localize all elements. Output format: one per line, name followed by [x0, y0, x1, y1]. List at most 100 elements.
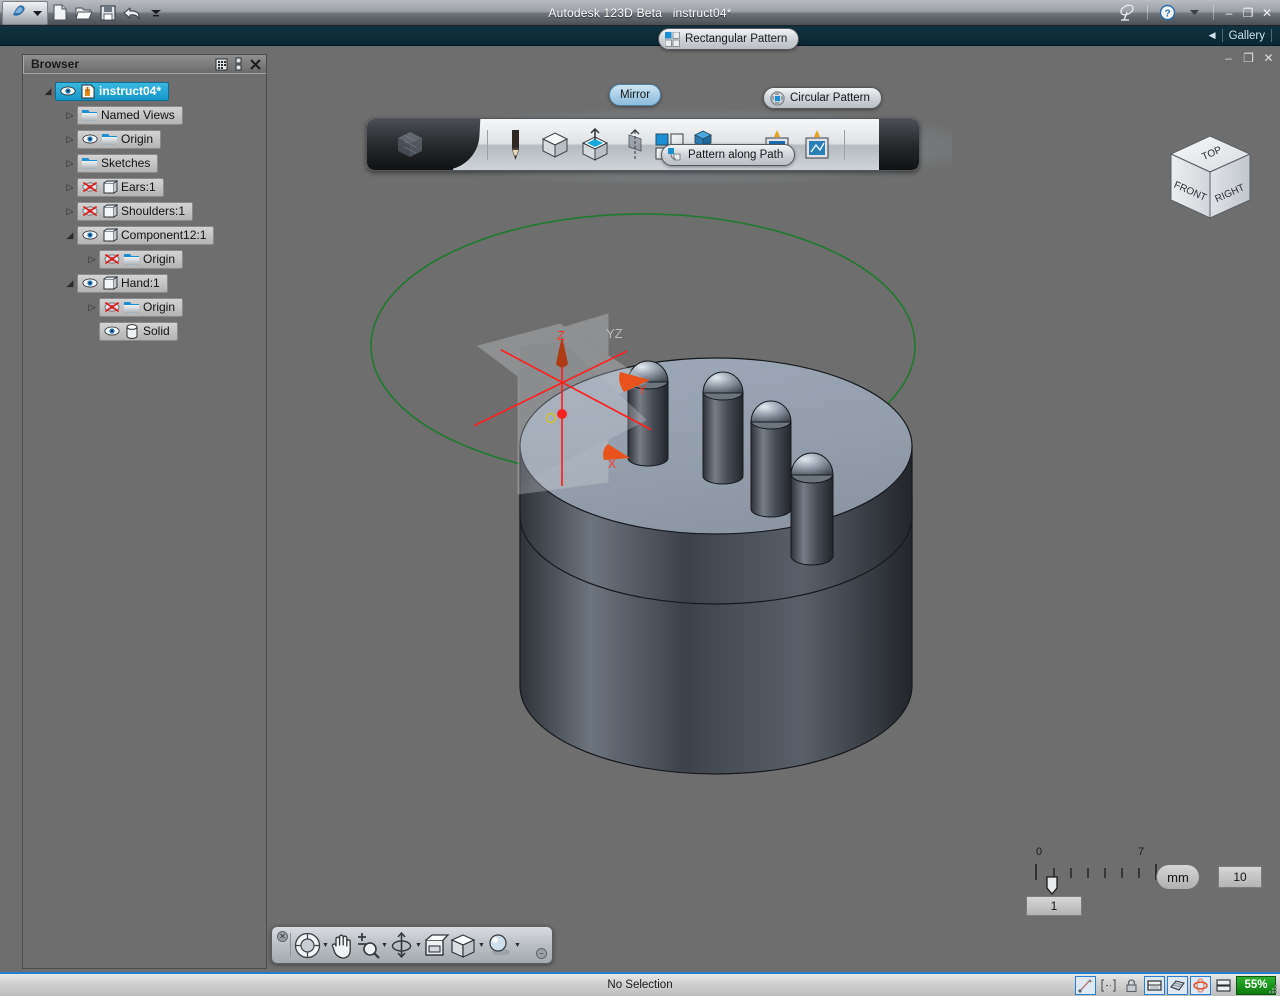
- steering-wheel-dropdown[interactable]: ▼: [321, 942, 330, 949]
- window-minimize-button[interactable]: –: [1221, 4, 1237, 22]
- browser-resize-icon[interactable]: [230, 57, 247, 72]
- view-cube[interactable]: TOP FRONT RIGHT: [1158, 126, 1268, 236]
- tree-node-origin[interactable]: ▷Origin: [23, 247, 266, 271]
- tree-node-chip[interactable]: Ears:1: [77, 178, 164, 197]
- help-icon[interactable]: ?: [1155, 1, 1179, 25]
- resize-grip-icon[interactable]: [1267, 983, 1279, 995]
- eye-hidden-icon[interactable]: [103, 252, 120, 267]
- gallery-label[interactable]: Gallery: [1229, 30, 1265, 42]
- eye-visible-icon[interactable]: [81, 228, 98, 243]
- screen-toggle[interactable]: [1213, 976, 1234, 995]
- gallery-collapse-icon[interactable]: ◀: [1209, 30, 1216, 41]
- modify-tool[interactable]: [575, 123, 615, 167]
- scale-widget[interactable]: 0 7 1 mm 10: [1018, 844, 1268, 924]
- eye-visible-icon[interactable]: [103, 324, 120, 339]
- tree-node-origin[interactable]: ▷Origin: [23, 127, 266, 151]
- snap-value-field[interactable]: 10: [1218, 866, 1262, 888]
- snap-line-toggle[interactable]: [1075, 976, 1096, 995]
- main-toolbar[interactable]: 2D: [366, 118, 920, 171]
- units-button[interactable]: mm: [1156, 864, 1200, 890]
- snap-tool[interactable]: [797, 123, 837, 167]
- help-dropdown-icon[interactable]: [1182, 1, 1206, 25]
- shadow-dropdown[interactable]: ▼: [513, 942, 522, 949]
- browser-close-icon[interactable]: [247, 57, 264, 72]
- tree-node-chip[interactable]: Origin: [77, 130, 161, 149]
- 3d-viewport[interactable]: Z Y X YZ TOP FRONT RIGHT 0: [268, 46, 1280, 972]
- tooltip-mirror[interactable]: Mirror: [609, 84, 661, 106]
- expander-collapsed-icon[interactable]: ▷: [63, 134, 77, 145]
- fit-view-icon[interactable]: [423, 930, 450, 960]
- tree-node-chip[interactable]: Hand:1: [77, 274, 168, 293]
- scale-slider-handle[interactable]: [1044, 874, 1062, 896]
- expander-collapsed-icon[interactable]: ▷: [63, 182, 77, 193]
- window-close-button[interactable]: ✕: [1259, 4, 1275, 22]
- shadow-icon[interactable]: [486, 930, 513, 960]
- pan-hand-icon[interactable]: [330, 930, 355, 960]
- zoom-dropdown[interactable]: ▼: [380, 942, 389, 949]
- mdi-close-button[interactable]: ✕: [1261, 50, 1276, 65]
- tree-node-sketches[interactable]: ▷Sketches: [23, 151, 266, 175]
- tree-node-component12-1[interactable]: ◢Component12:1: [23, 223, 266, 247]
- tree-node-chip[interactable]: Origin: [99, 298, 183, 317]
- satellite-dish-icon[interactable]: [1116, 1, 1140, 25]
- steering-wheel-icon[interactable]: [294, 930, 321, 960]
- tree-node-origin[interactable]: ▷Origin: [23, 295, 266, 319]
- tooltip-pattern-along-path[interactable]: Pattern along Path: [661, 144, 795, 166]
- tooltip-rectangular-pattern[interactable]: Rectangular Pattern: [658, 28, 799, 50]
- mdi-minimize-button[interactable]: –: [1221, 50, 1236, 65]
- expander-collapsed-icon[interactable]: ▷: [85, 302, 99, 313]
- save-file-icon[interactable]: [96, 1, 120, 25]
- tree-node-instruct04[interactable]: ◢instruct04*: [23, 79, 266, 103]
- mdi-restore-button[interactable]: ❐: [1241, 50, 1256, 65]
- expander-expanded-icon[interactable]: ◢: [63, 278, 77, 289]
- application-menu-button[interactable]: [2, 1, 48, 25]
- tree-node-chip[interactable]: Shoulders:1: [77, 202, 193, 221]
- tree-node-chip[interactable]: Sketches: [77, 154, 158, 173]
- browser-filter-icon[interactable]: [213, 57, 230, 72]
- open-file-icon[interactable]: [72, 1, 96, 25]
- expander-collapsed-icon[interactable]: ▷: [63, 206, 77, 217]
- undo-icon[interactable]: [120, 1, 144, 25]
- plane-toggle[interactable]: [1167, 976, 1188, 995]
- eye-visible-icon[interactable]: [81, 132, 98, 147]
- eye-visible-icon[interactable]: [59, 84, 76, 99]
- tree-node-chip[interactable]: instruct04*: [55, 82, 169, 101]
- display-dropdown[interactable]: ▼: [477, 942, 486, 949]
- expander-collapsed-icon[interactable]: ▷: [63, 110, 77, 121]
- grid-toggle[interactable]: [1144, 976, 1165, 995]
- orbit-dropdown[interactable]: ▼: [414, 942, 423, 949]
- tree-node-ears-1[interactable]: ▷Ears:1: [23, 175, 266, 199]
- model-browser-tree[interactable]: ◢instruct04*▷Named Views▷Origin▷Sketches…: [23, 74, 266, 343]
- tree-node-hand-1[interactable]: ◢Hand:1: [23, 271, 266, 295]
- new-file-icon[interactable]: [48, 1, 72, 25]
- navbar-more-button[interactable]: −: [536, 948, 547, 959]
- customize-dropdown-icon[interactable]: [144, 1, 168, 25]
- tree-node-shoulders-1[interactable]: ▷Shoulders:1: [23, 199, 266, 223]
- navigation-bar[interactable]: ✕ ▼ ▼ ▼ ▼: [271, 926, 553, 964]
- sketch-tool[interactable]: [495, 123, 535, 167]
- tree-node-chip[interactable]: Component12:1: [77, 226, 214, 245]
- expander-collapsed-icon[interactable]: ▷: [63, 158, 77, 169]
- cube-grid-icon[interactable]: [367, 119, 453, 170]
- 3d-model-canvas[interactable]: Z Y X YZ: [268, 46, 1280, 972]
- tree-node-chip[interactable]: Solid: [99, 322, 178, 341]
- eye-hidden-icon[interactable]: [81, 180, 98, 195]
- eye-visible-icon[interactable]: [81, 276, 98, 291]
- expander-expanded-icon[interactable]: ◢: [63, 230, 77, 241]
- expander-collapsed-icon[interactable]: ▷: [85, 254, 99, 265]
- expander-expanded-icon[interactable]: ◢: [41, 86, 55, 97]
- tree-node-chip[interactable]: Origin: [99, 250, 183, 269]
- construct-tool[interactable]: [535, 123, 575, 167]
- tooltip-circular-pattern[interactable]: Circular Pattern: [763, 87, 882, 109]
- grid-spacing-field[interactable]: 1: [1026, 896, 1082, 916]
- tree-node-named-views[interactable]: ▷Named Views: [23, 103, 266, 127]
- orbit-icon[interactable]: [389, 930, 414, 960]
- tree-node-solid[interactable]: Solid: [23, 319, 266, 343]
- display-box-icon[interactable]: [450, 930, 477, 960]
- orbit-toggle[interactable]: [1190, 976, 1211, 995]
- tree-node-chip[interactable]: Named Views: [77, 106, 183, 125]
- zoom-icon[interactable]: [355, 930, 380, 960]
- window-maximize-button[interactable]: ❐: [1240, 4, 1256, 22]
- lock-toggle[interactable]: [1121, 976, 1142, 995]
- eye-hidden-icon[interactable]: [103, 300, 120, 315]
